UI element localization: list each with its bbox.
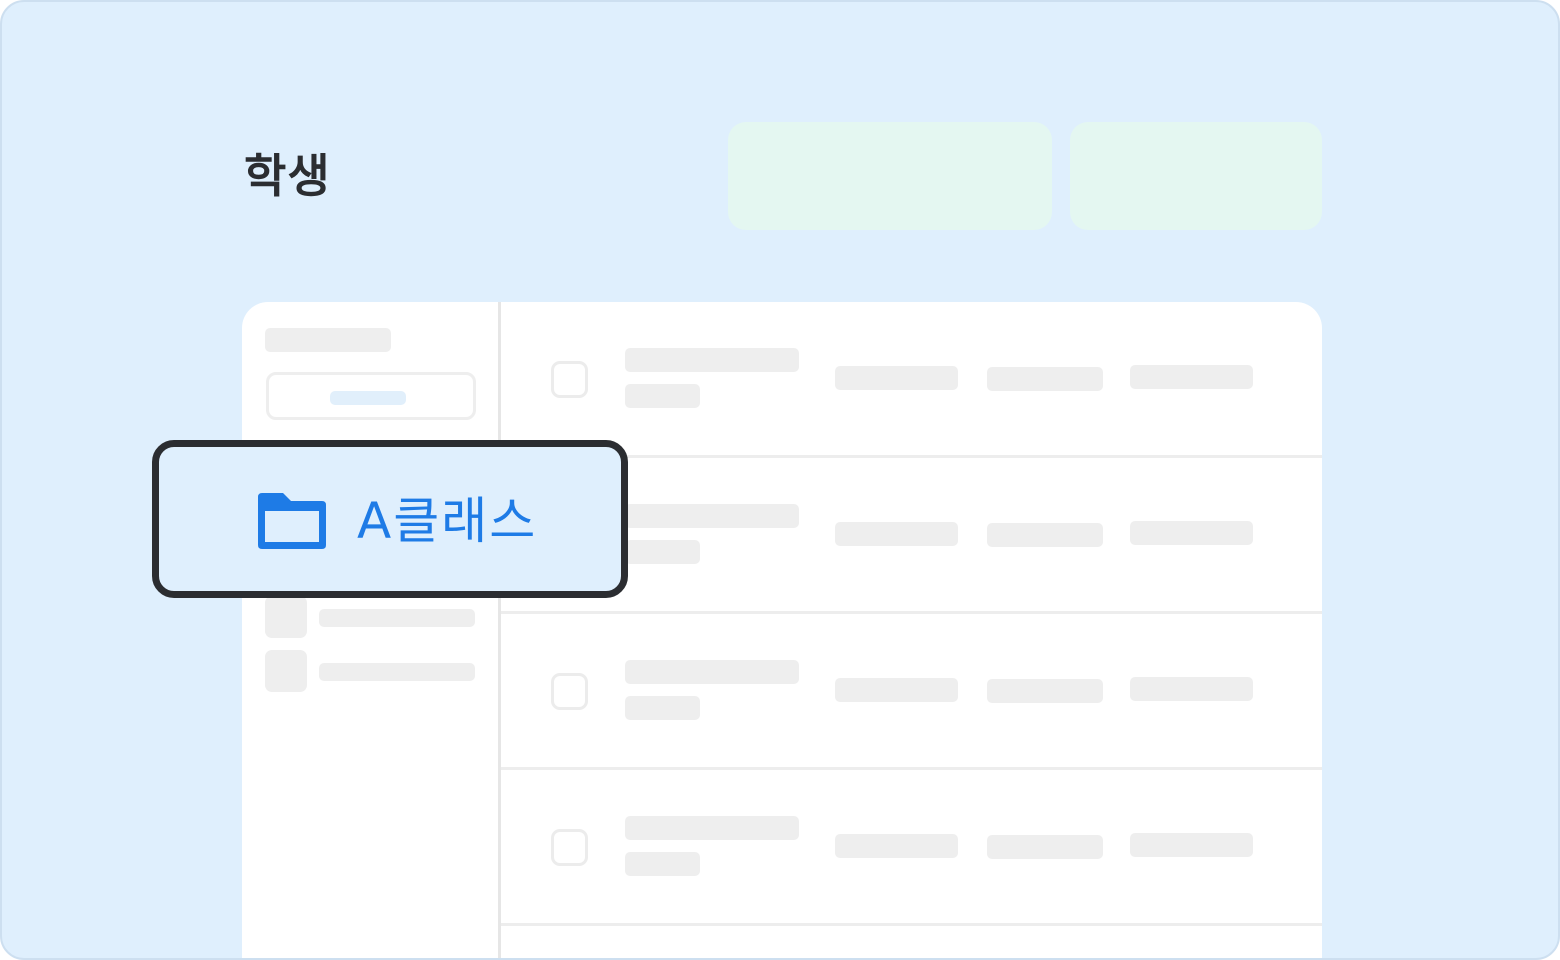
row-cell-placeholder: [1130, 365, 1253, 389]
table-row[interactable]: [501, 614, 1322, 770]
sidebar-item-icon-placeholder: [265, 596, 307, 638]
header-action-button-primary[interactable]: [728, 122, 1052, 230]
row-subtext-placeholder: [625, 384, 700, 408]
row-checkbox[interactable]: [551, 361, 588, 398]
row-checkbox[interactable]: [551, 829, 588, 866]
class-folder-item[interactable]: A클래스: [152, 440, 628, 598]
table-row[interactable]: [501, 302, 1322, 458]
app-frame: 학생 A클래스: [0, 0, 1560, 960]
row-checkbox[interactable]: [551, 673, 588, 710]
row-name-placeholder: [625, 348, 799, 372]
row-subtext-placeholder: [625, 696, 700, 720]
row-cell-placeholder: [1130, 833, 1253, 857]
sidebar-heading-placeholder: [265, 328, 391, 352]
table-row[interactable]: [501, 770, 1322, 926]
row-name-placeholder: [625, 660, 799, 684]
row-cell-placeholder: [835, 522, 958, 546]
page-title: 학생: [244, 149, 331, 203]
row-cell-placeholder: [987, 367, 1103, 391]
sidebar-add-button[interactable]: [266, 372, 476, 420]
row-name-placeholder: [625, 504, 799, 528]
student-panel: [242, 302, 1322, 958]
row-cell-placeholder: [835, 366, 958, 390]
sidebar-item-label-placeholder[interactable]: [319, 663, 475, 681]
row-cell-placeholder: [987, 835, 1103, 859]
row-cell-placeholder: [835, 834, 958, 858]
header-action-button-secondary[interactable]: [1070, 122, 1322, 230]
row-subtext-placeholder: [625, 852, 700, 876]
row-cell-placeholder: [987, 523, 1103, 547]
row-cell-placeholder: [835, 678, 958, 702]
sidebar-item-label-placeholder[interactable]: [319, 609, 475, 627]
sidebar-item-icon-placeholder: [265, 650, 307, 692]
row-name-placeholder: [625, 816, 799, 840]
row-subtext-placeholder: [625, 540, 700, 564]
row-cell-placeholder: [1130, 677, 1253, 701]
folder-icon: [258, 493, 326, 549]
class-name-label: A클래스: [357, 492, 538, 550]
row-cell-placeholder: [987, 679, 1103, 703]
sidebar-add-button-label-placeholder: [330, 391, 406, 405]
row-cell-placeholder: [1130, 521, 1253, 545]
